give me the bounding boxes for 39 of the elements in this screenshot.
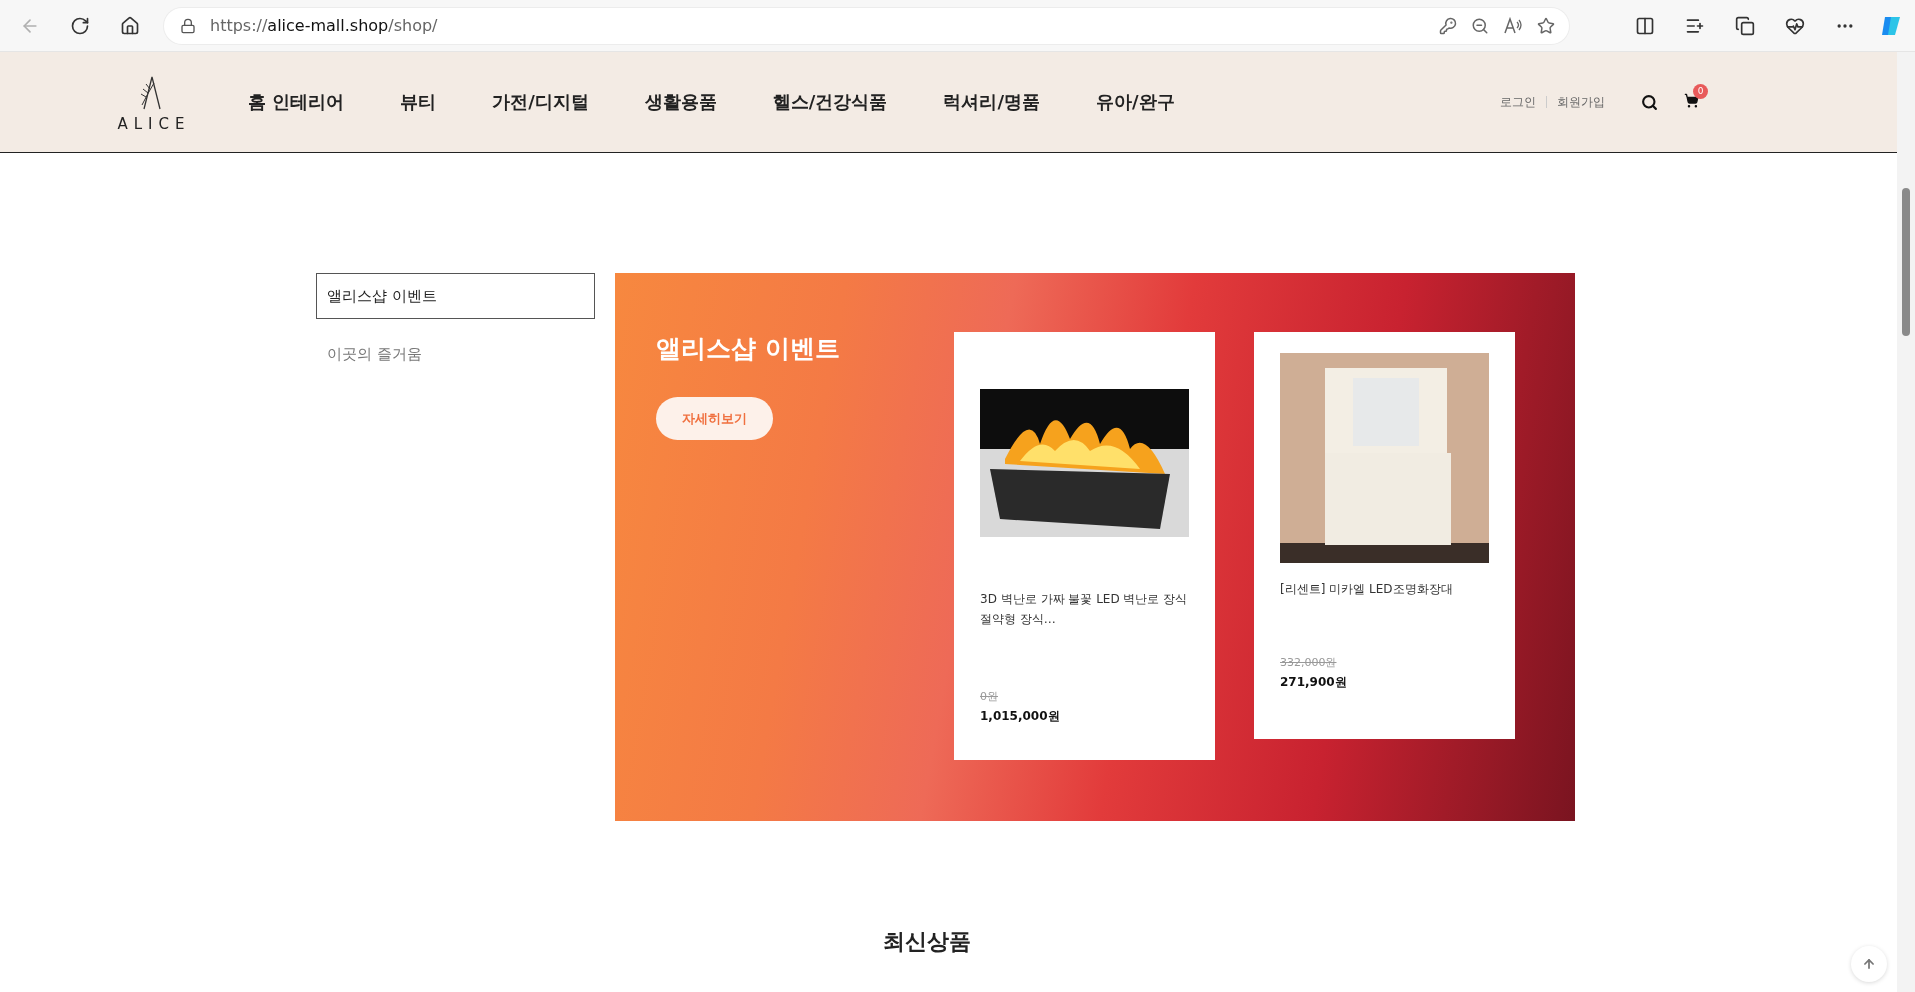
arrow-up-icon [1862,957,1876,971]
sidebar-item[interactable]: 앨리스샵 이벤트 [316,273,595,319]
logo-text: ALICE [117,115,191,133]
product-name: [리센트] 미카엘 LED조명화장대 [1280,581,1454,598]
nav-link[interactable]: 헬스/건강식품 [772,90,888,114]
heart-pulse-icon[interactable] [1785,15,1805,36]
original-price: 0원 [980,689,999,704]
sale-price: 1,015,000원 [980,708,1061,725]
search-icon[interactable] [1641,93,1658,111]
favorite-star-icon[interactable] [1537,16,1555,35]
address-bar[interactable]: https://alice-mall.shop/shop/ [164,7,1569,44]
cart-icon[interactable] [1684,92,1699,108]
account-link[interactable]: 회원가입 [1547,93,1615,111]
nav-link[interactable]: 가전/디지털 [492,90,589,114]
nav-link[interactable]: 럭셔리/명품 [943,90,1040,114]
nav-link[interactable]: 유아/완구 [1096,90,1175,114]
product-card[interactable]: 3D 벽난로 가짜 불꽃 LED 벽난로 장식 절약형 장식… 0원 1,015,000원 [954,332,1215,760]
cart-count-badge: 0 [1693,83,1708,99]
nav-link[interactable]: 뷰티 [400,90,437,114]
account-link[interactable]: 로그인 [1490,93,1546,111]
nav-link[interactable]: 생활용품 [644,90,717,114]
key-icon[interactable] [1439,16,1457,35]
product-name: 3D 벽난로 가짜 불꽃 LED 벽난로 장식 절약형 장식… [980,591,1188,628]
nav-link[interactable]: 홈 인테리어 [248,90,345,114]
reload-icon[interactable] [70,15,90,36]
sale-price: 271,900원 [1280,674,1348,691]
split-screen-icon[interactable] [1635,15,1655,36]
zoom-out-icon[interactable] [1471,16,1489,35]
lock-icon [180,17,196,34]
collections-icon[interactable] [1735,15,1755,36]
home-icon[interactable] [120,15,140,36]
sidebar-item[interactable]: 이곳의 즐거움 [316,331,595,377]
banner-title: 앨리스샵 이벤트 [656,333,840,365]
original-price: 332,000원 [1280,655,1338,670]
url-text: https://alice-mall.shop/shop/ [210,16,439,35]
read-aloud-icon[interactable] [1503,16,1523,35]
section-title: 최신상품 [883,928,971,956]
product-card[interactable]: [리센트] 미카엘 LED조명화장대 332,000원 271,900원 [1254,332,1515,739]
scroll-to-top-button[interactable] [1851,946,1887,982]
